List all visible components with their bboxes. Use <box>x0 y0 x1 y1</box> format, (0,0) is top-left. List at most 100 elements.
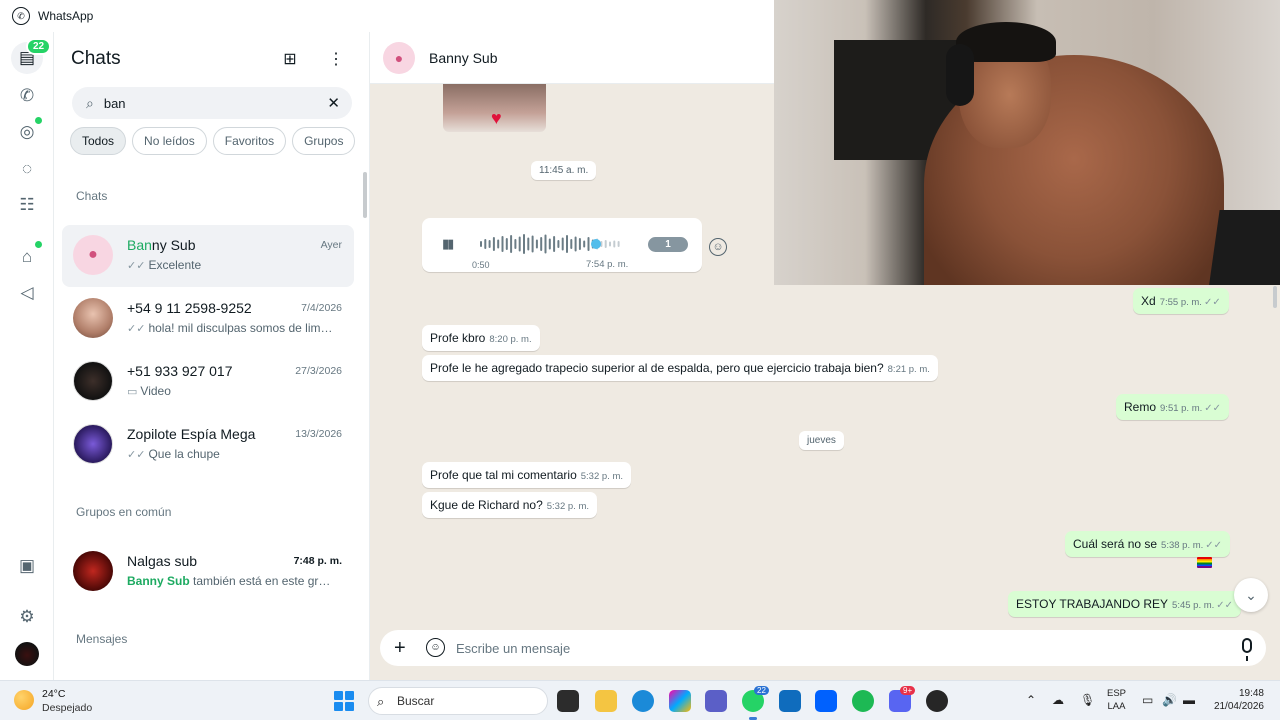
voice-duration: 0:50 <box>472 260 490 270</box>
volume-icon[interactable]: 🔊 <box>1162 693 1177 707</box>
weather-description[interactable]: Despejado <box>42 702 92 714</box>
sticker-emoji-icon[interactable]: ☺ <box>426 638 445 657</box>
filter-favoritos[interactable]: Favoritos <box>212 127 287 155</box>
waveform-bar <box>488 240 491 248</box>
message-in[interactable]: Profe que tal mi comentario 5:32 p. m. <box>422 462 631 488</box>
tray-chevron-icon[interactable]: ⌃ <box>1026 693 1036 707</box>
microphone-icon[interactable] <box>1242 638 1252 661</box>
copilot-icon[interactable] <box>669 690 691 712</box>
sticker-image[interactable]: ♥ <box>443 84 546 132</box>
weather-sun-icon[interactable] <box>14 690 34 710</box>
waveform-bar <box>609 241 611 247</box>
scroll-down-icon[interactable]: ⌄ <box>1234 578 1268 612</box>
new-chat-icon[interactable]: ⊞ <box>278 48 302 70</box>
contact-avatar-icon: ● <box>383 42 415 74</box>
battery-icon[interactable]: ▬ <box>1183 693 1195 707</box>
media-gallery-icon[interactable]: ▣ <box>13 552 41 580</box>
edge-icon[interactable] <box>632 690 654 712</box>
chat-item-banny-sub[interactable]: ● Banny Sub Ayer ✓✓ Excelente <box>62 225 354 287</box>
megaphone-nav-icon[interactable]: ◁ <box>13 279 41 307</box>
waveform-bar <box>523 234 525 254</box>
windows-start-icon[interactable] <box>334 691 354 711</box>
unread-badge: 22 <box>26 38 52 55</box>
contact-name: Banny Sub <box>429 50 498 66</box>
waveform-bar <box>480 241 482 247</box>
language-indicator[interactable]: ESP LAA <box>1107 687 1126 713</box>
chat-name: Banny Sub <box>127 237 196 253</box>
waveform-bar <box>535 239 538 249</box>
taskbar-clock[interactable]: 19:48 21/04/2026 <box>1210 687 1264 713</box>
onedrive-icon[interactable]: ☁ <box>1052 693 1064 707</box>
waveform-bar <box>617 241 620 247</box>
spotify-icon[interactable] <box>852 690 874 712</box>
message-in[interactable]: Profe kbro 8:20 p. m. <box>422 325 540 351</box>
task-view-icon[interactable] <box>557 690 579 712</box>
message-input[interactable]: Escribe un mensaje <box>456 641 570 656</box>
channels-nav-icon[interactable]: ◌ <box>13 155 41 183</box>
search-icon: ⌕ <box>377 694 385 709</box>
waveform-bar <box>497 239 500 249</box>
filter-chips: Todos No leídos Favoritos Grupos <box>70 127 356 155</box>
chat-name: Zopilote Espía Mega <box>127 426 256 442</box>
waveform-bar <box>505 238 508 250</box>
pause-icon[interactable]: ▮▮ <box>442 236 454 252</box>
message-in[interactable]: Profe le he agregado trapecio superior a… <box>422 355 938 381</box>
group-preview: Banny Sub también está en este grupo. <box>127 574 337 588</box>
teams-icon[interactable] <box>705 690 727 712</box>
avatar <box>73 424 113 464</box>
waveform-bar <box>613 240 616 248</box>
menu-kebab-icon[interactable]: ⋮ <box>324 48 348 70</box>
obs-icon[interactable] <box>926 690 948 712</box>
message-composer[interactable]: + ☺ Escribe un mensaje <box>380 630 1266 666</box>
communities-nav-icon[interactable]: ☷ <box>13 191 41 219</box>
chat-time: Ayer <box>320 239 342 251</box>
chat-item-54[interactable]: +54 9 11 2598-9252 7/4/2026 ✓✓ hola! mil … <box>62 288 354 350</box>
windows-taskbar: 24°C Despejado ⌕ Buscar 22 9+ ⌃ ☁ 🎙 ESP L… <box>0 680 1280 720</box>
clear-search-icon[interactable]: ✕ <box>327 94 340 112</box>
message-out[interactable]: ESTOY TRABAJANDO REY 5:45 p. m. ✓✓ <box>1008 591 1242 617</box>
filter-grupos[interactable]: Grupos <box>292 127 356 155</box>
message-out[interactable]: Cuál será no se 5:38 p. m. ✓✓ <box>1065 531 1231 557</box>
conversation-scrollbar[interactable] <box>1273 286 1277 308</box>
double-check-icon: ✓✓ <box>127 323 146 335</box>
mic-tray-icon[interactable]: 🎙 <box>1080 693 1095 707</box>
chat-item-51[interactable]: +51 933 927 017 27/3/2026 ▭ Video <box>62 351 354 413</box>
waveform-bar <box>574 236 577 252</box>
react-emoji-icon[interactable]: ☺ <box>709 238 727 256</box>
playback-speed-button[interactable]: 1 <box>648 237 688 252</box>
search-input[interactable]: ⌕ ban ✕ <box>72 87 352 119</box>
profile-avatar[interactable] <box>15 642 39 666</box>
waveform[interactable] <box>478 232 628 256</box>
weather-temperature[interactable]: 24°C <box>42 688 65 700</box>
waveform-bar <box>553 236 556 252</box>
section-chats-label: Chats <box>76 189 108 203</box>
filter-no-leidos[interactable]: No leídos <box>132 127 207 155</box>
waveform-bar <box>518 236 521 252</box>
file-explorer-icon[interactable] <box>595 690 617 712</box>
chat-name: +51 933 927 017 <box>127 363 233 379</box>
calls-nav-icon[interactable]: ✆ <box>13 82 41 110</box>
filter-todos[interactable]: Todos <box>70 127 127 155</box>
message-out[interactable]: Xd 7:55 p. m. ✓✓ <box>1133 288 1229 314</box>
message-in[interactable]: Kgue de Richard no? 5:32 p. m. <box>422 492 597 518</box>
attach-plus-icon[interactable]: + <box>394 637 406 660</box>
waveform-bar <box>514 239 517 249</box>
chat-preview: ✓✓ Que la chupe <box>127 447 220 461</box>
search-value: ban <box>103 95 126 111</box>
store-icon[interactable] <box>779 690 801 712</box>
waveform-bar <box>544 234 547 254</box>
taskbar-search[interactable]: ⌕ Buscar <box>368 687 548 715</box>
avatar <box>73 361 113 401</box>
chat-item-zopilote[interactable]: Zopilote Espía Mega 13/3/2026 ✓✓ Que la c… <box>62 414 354 476</box>
dropbox-icon[interactable] <box>815 690 837 712</box>
chair <box>1208 210 1280 285</box>
wifi-icon[interactable]: ▭ <box>1142 693 1153 707</box>
group-name: Nalgas sub <box>127 553 198 569</box>
conversation-header[interactable]: ● Banny Sub <box>370 32 774 84</box>
chat-list-scrollbar[interactable] <box>363 172 367 218</box>
voice-message[interactable]: ▮▮ 0:50 7:54 p. m. 1 <box>422 218 702 272</box>
message-out[interactable]: Remo 9:51 p. m. ✓✓ <box>1116 394 1230 420</box>
time-pill: 11:45 a. m. <box>531 161 597 180</box>
group-item-nalgas-sub[interactable]: Nalgas sub 7:48 p. m. Banny Sub también … <box>62 541 354 603</box>
settings-gear-icon[interactable]: ⚙ <box>13 603 41 631</box>
